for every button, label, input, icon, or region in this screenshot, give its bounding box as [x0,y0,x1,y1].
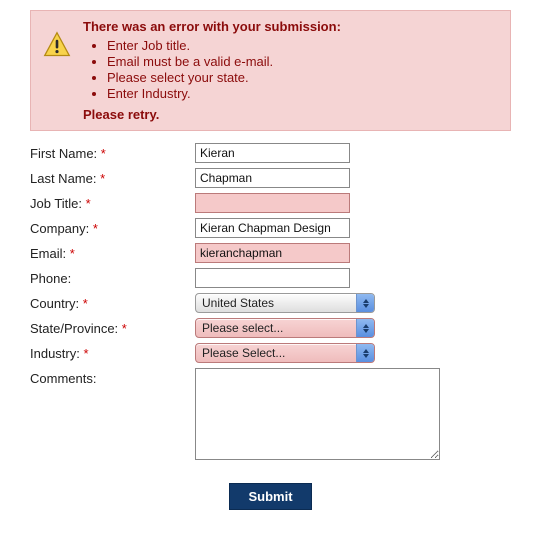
required-asterisk: * [86,196,91,211]
industry-select[interactable]: Please Select... [195,343,375,363]
country-label: Country: [30,296,79,311]
state-select-value: Please select... [202,321,356,335]
last-name-label: Last Name: [30,171,96,186]
select-arrows-icon [356,319,374,337]
job-title-label: Job Title: [30,196,82,211]
company-input[interactable] [195,218,350,238]
first-name-input[interactable] [195,143,350,163]
required-asterisk: * [83,296,88,311]
country-select-value: United States [202,296,356,310]
required-asterisk: * [101,146,106,161]
error-item: Enter Industry. [107,86,500,101]
error-list: Enter Job title. Email must be a valid e… [83,38,500,101]
job-title-input[interactable] [195,193,350,213]
error-retry: Please retry. [83,107,500,122]
submit-button[interactable]: Submit [229,483,311,510]
error-item: Enter Job title. [107,38,500,53]
phone-label: Phone: [30,271,71,286]
required-asterisk: * [70,246,75,261]
email-input[interactable] [195,243,350,263]
warning-icon [43,31,71,59]
required-asterisk: * [100,171,105,186]
state-label: State/Province: [30,321,118,336]
country-select[interactable]: United States [195,293,375,313]
industry-label: Industry: [30,346,80,361]
error-item: Please select your state. [107,70,500,85]
industry-select-value: Please Select... [202,346,356,360]
phone-input[interactable] [195,268,350,288]
last-name-input[interactable] [195,168,350,188]
email-label: Email: [30,246,66,261]
error-item: Email must be a valid e-mail. [107,54,500,69]
first-name-label: First Name: [30,146,97,161]
select-arrows-icon [356,344,374,362]
required-asterisk: * [122,321,127,336]
company-label: Company: [30,221,89,236]
comments-textarea[interactable] [195,368,440,460]
error-message-box: There was an error with your submission:… [30,10,511,131]
required-asterisk: * [93,221,98,236]
comments-label: Comments: [30,371,96,386]
select-arrows-icon [356,294,374,312]
required-asterisk: * [83,346,88,361]
error-heading: There was an error with your submission: [83,19,500,34]
state-select[interactable]: Please select... [195,318,375,338]
